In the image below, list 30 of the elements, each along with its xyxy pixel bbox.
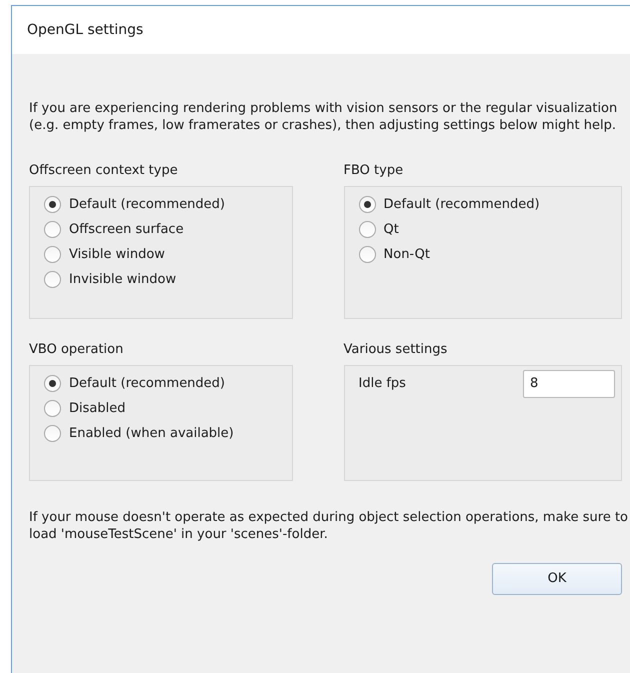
input-field[interactable]: 8 xyxy=(523,370,615,398)
radio-button[interactable] xyxy=(44,196,61,213)
option-label: Default (recommended) xyxy=(384,196,540,214)
radio-button[interactable] xyxy=(44,425,61,442)
group-title: Various settings xyxy=(344,341,448,359)
option-label: Qt xyxy=(384,220,399,239)
group-title: FBO type xyxy=(344,162,404,180)
radio-button[interactable] xyxy=(358,221,376,238)
option-label: Visible window xyxy=(69,246,165,264)
option-label: Default (recommended) xyxy=(69,196,225,214)
option-label: Disabled xyxy=(69,400,126,418)
option-label: Offscreen surface xyxy=(69,220,184,239)
radio-button[interactable] xyxy=(44,246,61,263)
radio-button[interactable] xyxy=(358,246,376,263)
intro-text: If you are experiencing rendering problems with vision sensors or the regular visualization (e.g. empty frames, low framerates or crashes), then adjusting settings below might help. xyxy=(29,100,618,134)
note-text: If your mouse doesn't operate as expected during object selection operations, make sure to load 'mouseTestScene' in your 'scenes'-folder. xyxy=(29,509,629,543)
window-title: OpenGL settings xyxy=(27,20,144,40)
group-title: Offscreen context type xyxy=(29,162,179,180)
radio-button[interactable] xyxy=(44,400,61,417)
radio-button[interactable] xyxy=(44,375,61,392)
ok-button[interactable]: OK xyxy=(492,563,622,595)
field-label: Idle fps xyxy=(358,374,406,393)
option-label: Invisible window xyxy=(69,270,176,289)
group-title: VBO operation xyxy=(29,341,124,359)
radio-button[interactable] xyxy=(358,196,376,213)
option-label: Non-Qt xyxy=(384,246,430,264)
option-label: Default (recommended) xyxy=(69,374,225,393)
radio-button[interactable] xyxy=(44,271,61,288)
radio-button[interactable] xyxy=(44,221,61,238)
option-label: Enabled (when available) xyxy=(69,424,234,443)
